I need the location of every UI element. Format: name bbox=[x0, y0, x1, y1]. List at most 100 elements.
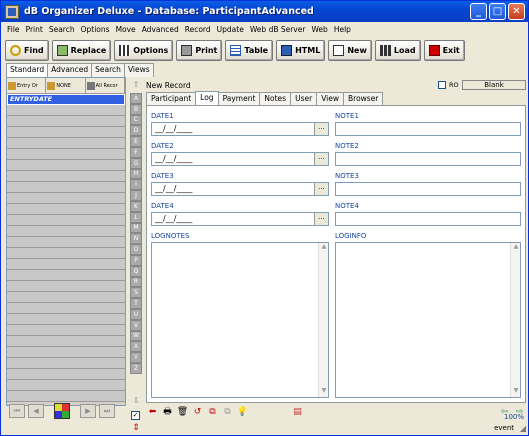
field-row[interactable] bbox=[7, 347, 125, 358]
letter-index-x[interactable]: X bbox=[130, 341, 142, 353]
tab-views[interactable]: Views bbox=[123, 63, 154, 77]
date1-field[interactable]: __/__/____... bbox=[151, 122, 329, 136]
tab-log[interactable]: Log bbox=[195, 91, 219, 105]
letter-index-v[interactable]: V bbox=[130, 319, 142, 331]
lognotes-textarea[interactable]: ▲ ▼ bbox=[151, 242, 329, 398]
paste-record-icon[interactable]: ⧉ bbox=[221, 406, 234, 419]
letter-index-h[interactable]: H bbox=[130, 168, 142, 180]
date4-picker-button[interactable]: ... bbox=[314, 213, 328, 225]
lognotes-scrollbar[interactable]: ▲ ▼ bbox=[318, 243, 328, 397]
menu-print[interactable]: Print bbox=[23, 25, 46, 34]
field-row[interactable] bbox=[7, 369, 125, 380]
field-row[interactable] bbox=[7, 336, 125, 347]
letter-index-a[interactable]: A bbox=[130, 93, 142, 104]
html-button[interactable]: HTML bbox=[276, 39, 326, 61]
menu-web[interactable]: Web bbox=[308, 25, 330, 34]
letter-index-s[interactable]: S bbox=[130, 287, 142, 299]
prev-record-button[interactable]: ◀ bbox=[28, 404, 44, 418]
field-row[interactable] bbox=[7, 226, 125, 237]
print-record-icon[interactable]: 🖶 bbox=[161, 406, 174, 419]
field-row[interactable] bbox=[7, 182, 125, 193]
note2-field[interactable] bbox=[335, 152, 521, 166]
resize-grip-icon[interactable]: ◢ bbox=[520, 424, 526, 433]
menu-file[interactable]: File bbox=[4, 25, 23, 34]
find-button[interactable]: Find bbox=[5, 39, 49, 61]
back-arrow-icon[interactable]: ⬅ bbox=[146, 406, 159, 419]
letter-index-r[interactable]: R bbox=[130, 276, 142, 288]
next-record-button[interactable]: ▶ bbox=[80, 404, 96, 418]
field-row[interactable] bbox=[7, 171, 125, 182]
field-row[interactable] bbox=[7, 127, 125, 138]
letter-index-i[interactable]: I bbox=[130, 179, 142, 191]
lightbulb-icon[interactable]: 💡 bbox=[236, 406, 249, 419]
letter-index-k[interactable]: K bbox=[130, 200, 142, 212]
tab-standard[interactable]: Standard bbox=[6, 63, 49, 77]
field-row[interactable] bbox=[7, 270, 125, 281]
tab-participant[interactable]: Participant bbox=[146, 92, 197, 105]
field-row[interactable] bbox=[7, 204, 125, 215]
scroll-up-icon[interactable]: ▲ bbox=[319, 243, 329, 253]
all-records-button[interactable]: All Recor bbox=[86, 78, 125, 93]
field-row[interactable] bbox=[7, 193, 125, 204]
field-row[interactable] bbox=[7, 105, 125, 116]
menu-advanced[interactable]: Advanced bbox=[139, 25, 182, 34]
field-row[interactable] bbox=[7, 259, 125, 270]
letter-index-e[interactable]: E bbox=[130, 136, 142, 147]
letter-index-l[interactable]: L bbox=[130, 211, 142, 223]
field-row[interactable] bbox=[7, 325, 125, 336]
menu-update[interactable]: Update bbox=[214, 25, 247, 34]
menu-record[interactable]: Record bbox=[182, 25, 214, 34]
letter-index-c[interactable]: C bbox=[130, 114, 142, 126]
date2-field[interactable]: __/__/____... bbox=[151, 152, 329, 166]
load-button[interactable]: Load bbox=[374, 39, 421, 61]
letter-index-b[interactable]: B bbox=[130, 103, 142, 115]
letter-index-z[interactable]: Z bbox=[130, 362, 142, 374]
options-button[interactable]: Options bbox=[114, 39, 174, 61]
replace-button[interactable]: Replace bbox=[51, 39, 112, 61]
field-row[interactable] bbox=[7, 380, 125, 391]
field-row[interactable] bbox=[7, 149, 125, 160]
letter-index-y[interactable]: Y bbox=[130, 352, 142, 363]
none-button[interactable]: NONE bbox=[46, 78, 86, 93]
logo-icon[interactable] bbox=[54, 403, 70, 419]
report-icon[interactable]: ▤ bbox=[291, 406, 304, 419]
read-only-checkbox[interactable] bbox=[438, 81, 446, 89]
field-row-entrydate[interactable]: ENTRYDATE bbox=[7, 94, 125, 105]
tab-payment[interactable]: Payment bbox=[217, 92, 261, 105]
last-record-button[interactable]: ⏭ bbox=[99, 404, 115, 418]
field-row[interactable] bbox=[7, 138, 125, 149]
delete-icon[interactable]: 🗑 bbox=[176, 406, 189, 419]
undo-icon[interactable]: ↺ bbox=[191, 406, 204, 419]
tab-search[interactable]: Search bbox=[91, 63, 125, 77]
loginfo-textarea[interactable]: ▲ ▼ bbox=[335, 242, 521, 398]
field-row[interactable] bbox=[7, 281, 125, 292]
letter-index-m[interactable]: M bbox=[130, 222, 142, 234]
date4-field[interactable]: __/__/____... bbox=[151, 212, 329, 226]
date3-field[interactable]: __/__/____... bbox=[151, 182, 329, 196]
scroll-down-icon[interactable]: ▼ bbox=[319, 387, 329, 397]
field-row[interactable] bbox=[7, 237, 125, 248]
minimize-button[interactable]: _ bbox=[470, 3, 487, 20]
entry-order-button[interactable]: Entry Or bbox=[7, 78, 47, 93]
scroll-down-icon[interactable]: ▼ bbox=[511, 387, 521, 397]
note3-field[interactable] bbox=[335, 182, 521, 196]
menu-web-db-server[interactable]: Web dB Server bbox=[247, 25, 309, 34]
field-row[interactable] bbox=[7, 358, 125, 369]
letter-index-q[interactable]: Q bbox=[130, 265, 142, 277]
tab-advanced[interactable]: Advanced bbox=[47, 63, 93, 77]
tab-notes[interactable]: Notes bbox=[259, 92, 292, 105]
copy-record-icon[interactable]: ⧉ bbox=[206, 406, 219, 419]
tab-view[interactable]: View bbox=[316, 92, 344, 105]
menu-move[interactable]: Move bbox=[113, 25, 139, 34]
scroll-up-icon[interactable]: ⇧ bbox=[131, 80, 141, 90]
field-row[interactable] bbox=[7, 248, 125, 259]
letter-index-g[interactable]: G bbox=[130, 157, 142, 169]
select-checkbox[interactable]: ✓ bbox=[131, 411, 140, 420]
note1-field[interactable] bbox=[335, 122, 521, 136]
letter-index-u[interactable]: U bbox=[130, 308, 142, 320]
letter-index-o[interactable]: O bbox=[130, 244, 142, 255]
field-row[interactable] bbox=[7, 292, 125, 303]
table-button[interactable]: Table bbox=[225, 39, 274, 61]
field-row[interactable] bbox=[7, 215, 125, 226]
date3-picker-button[interactable]: ... bbox=[314, 183, 328, 195]
